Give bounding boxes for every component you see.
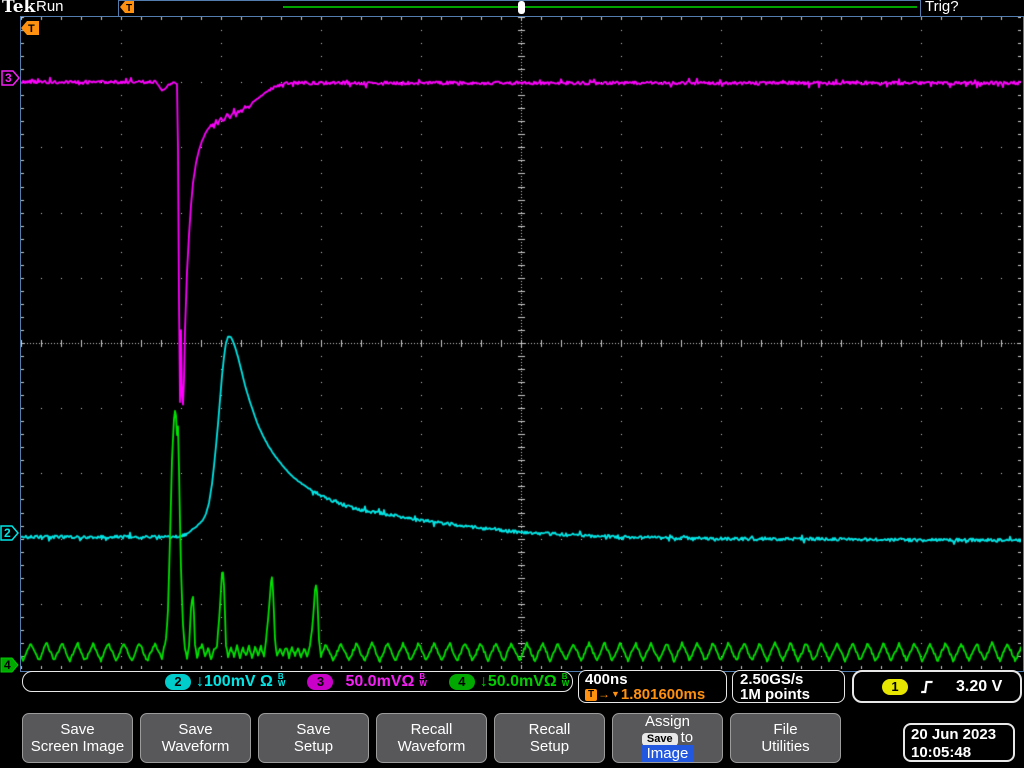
recall-setup-button[interactable]: RecallSetup (494, 713, 605, 763)
time-value: 10:05:48 (911, 744, 1013, 762)
record-waveform-preview (283, 6, 917, 8)
assign-save-button[interactable]: Assign Saveto Image (612, 713, 723, 763)
channel2-position-tag: 2 (0, 525, 20, 542)
save-screen-image-button[interactable]: SaveScreen Image (22, 713, 133, 763)
arrow-right-icon: → (598, 687, 610, 702)
sample-rate: 2.50GS/s (740, 672, 844, 687)
graticule (20, 16, 1024, 672)
channel2-bandwidth-indicator: BW (278, 673, 286, 687)
channel3-badge: 3 (307, 674, 333, 690)
trigger-level-value: 3.20 V (956, 678, 1002, 696)
channel2-scale: ↓100mV Ω (196, 673, 273, 691)
recall-waveform-button[interactable]: RecallWaveform (376, 713, 487, 763)
trigger-delay-t-icon: T (585, 689, 597, 701)
rising-edge-icon (920, 679, 936, 695)
waveform-display (21, 17, 1021, 669)
acquisition-readout-box: 2.50GS/s 1M points (732, 670, 845, 703)
svg-text:T: T (126, 3, 132, 14)
channel3-position-tag: 3 (1, 70, 21, 87)
channel3-scale: 50.0mVΩ (345, 673, 414, 691)
trigger-source-badge: 1 (882, 679, 908, 695)
date-value: 20 Jun 2023 (911, 726, 1013, 744)
svg-text:3: 3 (5, 71, 12, 85)
datetime-box: 20 Jun 2023 10:05:48 (903, 723, 1015, 762)
svg-text:4: 4 (4, 658, 11, 672)
channel-readout-box: 2 ↓100mV Ω BW 3 50.0mVΩ BW 4 ↓50.0mVΩ BW (22, 671, 573, 692)
save-waveform-button[interactable]: SaveWaveform (140, 713, 251, 763)
oscilloscope-screen: Tek Run T Trig? T 3 2 4 2 ↓100mV Ω BW 3 (0, 0, 1024, 768)
svg-text:T: T (28, 23, 35, 35)
record-length: 1M points (740, 687, 844, 702)
trigger-status: Trig? (925, 0, 959, 15)
channel4-badge: 4 (449, 674, 475, 690)
trigger-position-marker (518, 1, 525, 14)
timebase-readout-box: 400ns T → ▼ 1.801600ms (578, 670, 727, 703)
save-setup-button[interactable]: SaveSetup (258, 713, 369, 763)
trigger-delay-value: 1.801600ms (621, 687, 705, 702)
trigger-level-t-icon: T (21, 21, 40, 36)
record-view-bar: T (118, 0, 921, 17)
triangle-down-icon: ▼ (611, 687, 620, 702)
assign-target-highlight: Image (641, 745, 695, 762)
channel2-badge: 2 (165, 674, 191, 690)
channel3-bandwidth-indicator: BW (419, 673, 427, 687)
channel4-position-tag: 4 (0, 657, 20, 674)
tek-logo: Tek (2, 0, 35, 17)
acquisition-status: Run (36, 0, 64, 15)
file-utilities-button[interactable]: FileUtilities (730, 713, 841, 763)
trigger-readout-box: 1 3.20 V (852, 670, 1022, 703)
timebase-scale: 400ns (585, 672, 726, 687)
trigger-t-icon: T (120, 1, 135, 14)
channel4-bandwidth-indicator: BW (562, 673, 570, 687)
channel4-scale: ↓50.0mVΩ (480, 673, 557, 691)
svg-text:2: 2 (4, 526, 11, 540)
